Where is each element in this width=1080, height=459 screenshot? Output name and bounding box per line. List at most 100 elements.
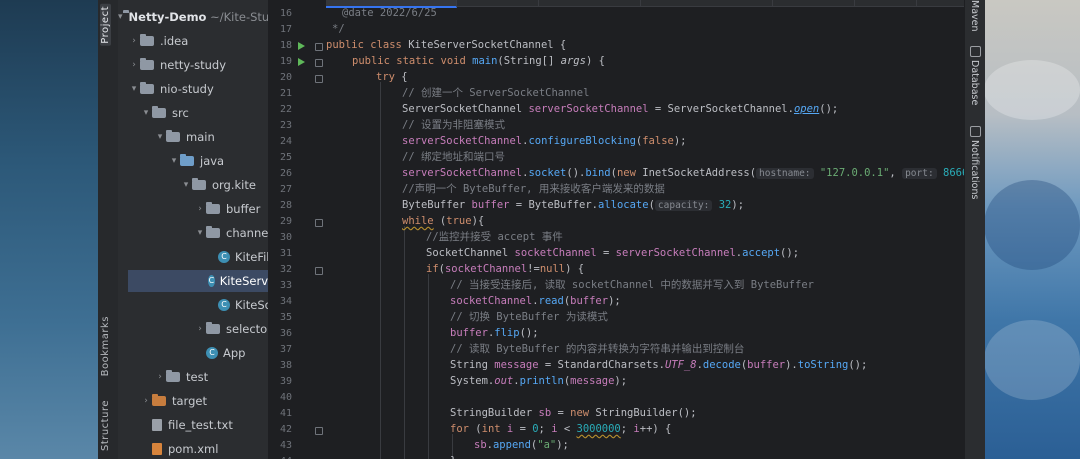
chevron-right-icon[interactable]: ›: [154, 372, 166, 382]
token: = ServerSocketChannel.: [648, 103, 794, 115]
tree-item-java[interactable]: ▾ java: [168, 150, 268, 172]
tree-item-label: file_test.txt: [168, 418, 233, 432]
line-number: 23: [279, 120, 292, 131]
maven-file-icon: [152, 443, 162, 455]
token: String: [450, 359, 495, 371]
method-name: main: [472, 55, 498, 67]
project-tool-tab[interactable]: Project: [100, 4, 111, 46]
code-line-41: StringBuilder sb = new StringBuilder();: [450, 405, 697, 421]
chevron-right-icon[interactable]: ›: [194, 204, 206, 214]
tree-item-label: src: [172, 106, 189, 120]
tree-item-app[interactable]: C App: [206, 342, 268, 364]
tree-item-kitefile[interactable]: C KiteFile: [218, 246, 268, 268]
folder-icon: [152, 106, 166, 118]
fold-icon[interactable]: [315, 75, 323, 83]
code-line-38: String message = StandardCharsets.UTF_8.…: [450, 357, 867, 373]
token: ){: [471, 215, 485, 227]
chevron-down-icon[interactable]: ▾: [128, 84, 140, 94]
param-hint-port: port:: [902, 168, 937, 179]
tree-item-main[interactable]: ▾ main: [154, 126, 268, 148]
tree-item-selector[interactable]: › selector: [194, 318, 269, 340]
tree-item-file-test[interactable]: file_test.txt: [152, 414, 268, 436]
method-name: bind: [585, 167, 611, 179]
folder-icon: [140, 34, 154, 46]
keyword: public static void: [352, 55, 466, 67]
tree-item-target[interactable]: › target: [140, 390, 268, 412]
code-line-18: public class KiteServerSocketChannel {: [326, 37, 566, 53]
tree-item-idea[interactable]: › .idea: [128, 30, 268, 52]
code-area[interactable]: @date 2022/6/25 */ public class KiteServ…: [326, 0, 964, 459]
chevron-down-icon[interactable]: ▾: [194, 228, 206, 238]
tree-item-kitesoc[interactable]: C KiteSoc: [218, 294, 268, 316]
class-icon: C: [206, 347, 218, 359]
chevron-down-icon[interactable]: ▾: [180, 180, 192, 190]
token: (: [433, 215, 447, 227]
fold-icon[interactable]: [315, 427, 323, 435]
chevron-down-icon[interactable]: ▾: [168, 156, 180, 166]
local-variable: buffer: [570, 295, 609, 307]
tree-item-netty-study[interactable]: › netty-study: [128, 54, 268, 76]
local-variable: serverSocketChannel: [402, 167, 523, 179]
token: (String[]: [497, 55, 561, 67]
code-line-25: // 绑定地址和端口号: [402, 151, 505, 163]
notifications-tool-tab[interactable]: Notifications: [969, 140, 980, 199]
class-name: KiteServerSocketChannel {: [408, 39, 567, 51]
fold-icon[interactable]: [315, 59, 323, 67]
chevron-down-icon[interactable]: ▾: [140, 108, 152, 118]
structure-tool-tab[interactable]: Structure: [100, 400, 111, 451]
code-line-44: }: [450, 453, 456, 459]
indent-guide: [380, 82, 381, 459]
fold-icon[interactable]: [315, 43, 323, 51]
token: ServerSocketChannel: [402, 103, 529, 115]
tree-item-label: netty-study: [160, 58, 227, 72]
tree-item-pom[interactable]: pom.xml: [152, 438, 268, 459]
indent-guide: [404, 226, 405, 459]
ide-window: Project Bookmarks Structure ▾ Netty-Demo…: [98, 0, 984, 459]
token: StringBuilder();: [589, 407, 697, 419]
token: (: [468, 423, 482, 435]
method-name: toString: [797, 359, 849, 371]
database-tool-tab[interactable]: Database: [969, 60, 980, 105]
excluded-folder-icon: [152, 394, 166, 406]
class-icon: C: [218, 251, 230, 263]
keyword: new: [570, 407, 590, 419]
line-number: 27: [279, 184, 292, 195]
run-class-icon[interactable]: [298, 42, 305, 50]
line-number: 35: [279, 312, 292, 323]
tree-item-org-kite[interactable]: ▾ org.kite: [180, 174, 268, 196]
tree-item-buffer[interactable]: › buffer: [194, 198, 268, 220]
fold-icon[interactable]: [315, 267, 323, 275]
tree-item-kiteserv[interactable]: C KiteServ: [128, 270, 268, 292]
tree-item-nio-study[interactable]: ▾ nio-study: [128, 78, 268, 100]
right-tool-strip: Maven Database Notifications: [964, 0, 985, 459]
chevron-right-icon[interactable]: ›: [128, 60, 140, 70]
code-line-21: // 创建一个 ServerSocketChannel: [402, 87, 590, 99]
tree-item-src[interactable]: ▾ src: [140, 102, 268, 124]
chevron-right-icon[interactable]: ›: [140, 396, 152, 406]
line-number: 22: [279, 104, 292, 115]
method-name: append: [492, 439, 531, 451]
chevron-down-icon[interactable]: ▾: [118, 12, 123, 22]
tree-item-label: selector: [226, 322, 269, 336]
tree-item-label: java: [200, 154, 225, 168]
fold-icon[interactable]: [315, 219, 323, 227]
line-number: 42: [279, 424, 292, 435]
package-icon: [192, 178, 206, 190]
run-main-icon[interactable]: [298, 58, 305, 66]
chevron-down-icon[interactable]: ▾: [154, 132, 166, 142]
tree-root[interactable]: ▾ Netty-Demo ~/Kite-Study: [118, 6, 268, 28]
maven-tool-tab[interactable]: Maven: [969, 0, 980, 32]
tree-item-test[interactable]: › test: [154, 366, 268, 388]
token: ) {: [565, 263, 585, 275]
tree-item-channel[interactable]: ▾ channel: [194, 222, 268, 244]
token: = ByteBuffer.: [509, 199, 598, 211]
chevron-right-icon[interactable]: ›: [128, 36, 140, 46]
token: StringBuilder: [450, 407, 539, 419]
tree-item-label: org.kite: [212, 178, 256, 192]
keyword: int: [481, 423, 501, 435]
bookmarks-tool-tab[interactable]: Bookmarks: [100, 316, 111, 376]
tree-item-label: nio-study: [160, 82, 214, 96]
local-variable: sb: [538, 407, 552, 419]
chevron-right-icon[interactable]: ›: [194, 324, 206, 334]
code-editor[interactable]: 16 17 18 19 20 21 22 23 24 25 26 27 28 2…: [268, 0, 964, 459]
